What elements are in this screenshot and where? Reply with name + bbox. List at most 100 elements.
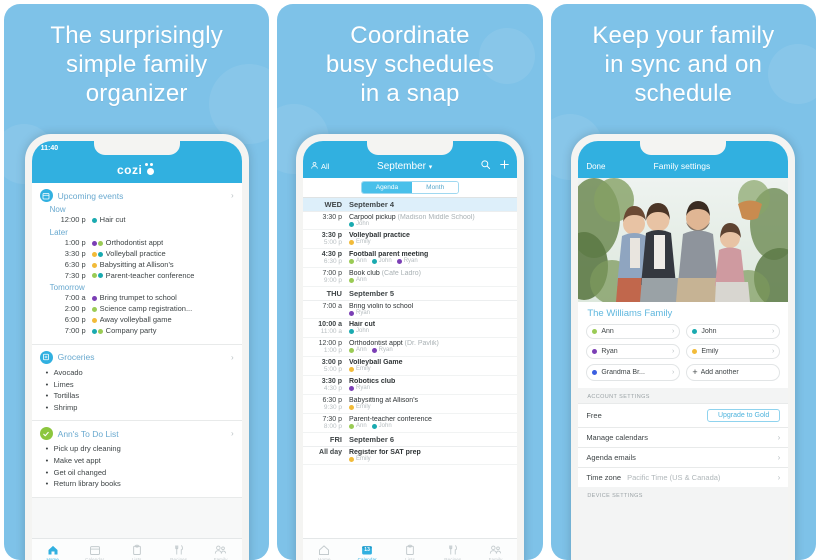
agenda-times: 7:30 p 8:00 p <box>303 416 349 430</box>
time-zone-value: Pacific Time (US & Canada) <box>627 473 721 482</box>
event-row[interactable]: 1:00 p Orthodontist appt <box>40 238 234 249</box>
agenda-event[interactable]: 3:30 p 4:30 p Robotics club Ryan <box>302 376 517 395</box>
agenda-event[interactable]: All day Register for SAT prep Emily <box>302 447 517 465</box>
agenda-event[interactable]: 3:30 p 5:00 p Volleyball practice Emily <box>302 230 517 249</box>
headline-line-3: schedule <box>634 79 733 107</box>
end-time: 5:00 p <box>323 366 342 373</box>
member-chip-john[interactable]: John › <box>686 324 781 339</box>
event-title: Volleyball practice <box>348 232 410 239</box>
attendee-name: Ann <box>355 277 367 283</box>
tab-bar-1: Home Calendar Lists Recipes Family <box>31 538 242 560</box>
event-row[interactable]: 2:00 p Science camp registration... <box>40 304 234 315</box>
segment-month[interactable]: Month <box>412 182 459 193</box>
agenda-event-title: Orthodontist appt (Dr. Pavlik) <box>349 340 513 347</box>
agenda-event[interactable]: 12:00 p 1:00 p Orthodontist appt (Dr. Pa… <box>302 338 517 357</box>
card-groceries[interactable]: Groceries › Avocado Limes Tortillas Shri… <box>31 344 242 422</box>
card-upcoming-events[interactable]: Upcoming events › Now 12:00 p Hair cut L… <box>31 183 242 345</box>
list-item[interactable]: Get oil changed <box>40 467 234 479</box>
event-row[interactable]: 7:00 a Bring trumpet to school <box>40 293 234 304</box>
agenda-event[interactable]: 10:00 a 11:00 a Hair cut John <box>302 319 517 338</box>
event-title: Babysitting at Allison's <box>99 259 174 269</box>
chevron-right-icon[interactable]: › <box>231 353 234 362</box>
settings-row-plan[interactable]: Free Upgrade to Gold <box>578 403 789 427</box>
cozi-logo: cozi <box>32 156 242 183</box>
list-item[interactable]: Limes <box>40 379 234 391</box>
agenda-times: 10:00 a 11:00 a <box>303 321 349 335</box>
all-day-label: All day <box>319 449 342 456</box>
agenda-event[interactable]: 4:30 p 6:30 p Football parent meeting An… <box>302 249 517 268</box>
done-button[interactable]: Done <box>586 162 605 171</box>
end-time: 4:30 p <box>323 385 342 392</box>
tab-home[interactable]: Home <box>32 544 74 560</box>
list-item[interactable]: Pick up dry cleaning <box>40 443 234 455</box>
chevron-right-icon[interactable]: › <box>231 429 234 438</box>
attendee-name: Emily <box>355 404 371 410</box>
month-selector[interactable]: September ▾ <box>333 161 476 172</box>
settings-row-manage-calendars[interactable]: Manage calendars › <box>578 427 789 447</box>
list-item[interactable]: Return library books <box>40 478 234 490</box>
plus-icon[interactable] <box>499 157 510 175</box>
tab-recipes[interactable]: Recipes <box>158 544 200 560</box>
card-header[interactable]: Upcoming events › <box>39 189 234 202</box>
chevron-right-icon[interactable]: › <box>231 191 234 200</box>
tab-family[interactable]: Family <box>474 544 517 560</box>
card-header[interactable]: Ann's To Do List › <box>39 427 234 441</box>
agenda-event[interactable]: 7:00 p 9:00 p Book club (Cafe Ladro) Ann <box>302 268 517 287</box>
tab-label: Calendar <box>85 556 105 560</box>
event-time: 7:00 a <box>64 293 86 303</box>
search-icon[interactable] <box>480 157 491 175</box>
add-another-member-button[interactable]: + Add another <box>686 364 781 381</box>
calendar-icon: 13 <box>361 544 373 556</box>
list-item[interactable]: Shrimp <box>40 402 234 414</box>
settings-row-agenda-emails[interactable]: Agenda emails › <box>578 447 789 467</box>
event-title: Bring trumpet to school <box>99 293 177 303</box>
member-chip-ann[interactable]: Ann › <box>586 324 681 339</box>
list-item[interactable]: Tortillas <box>40 390 234 402</box>
agenda-event[interactable]: 3:00 p 5:00 p Volleyball Game Emily <box>302 357 517 376</box>
tab-calendar[interactable]: 13 Calendar <box>346 544 389 560</box>
card-header[interactable]: Groceries › <box>39 350 234 364</box>
headline-line-3: in a snap <box>360 79 460 107</box>
phone-notch <box>93 141 180 155</box>
event-row[interactable]: 3:30 p Volleyball practice <box>40 249 234 260</box>
event-row[interactable]: 7:30 p Parent-teacher conference <box>40 271 234 282</box>
agenda-times: All day <box>303 449 349 462</box>
member-chip-grandma[interactable]: Grandma Br... › <box>586 364 681 381</box>
agenda-event[interactable]: 3:30 p Carpool pickup (Madison Middle Sc… <box>302 212 517 230</box>
agenda-event[interactable]: 6:30 p 9:30 p Babysitting at Allison's E… <box>302 395 517 414</box>
event-row[interactable]: 7:00 p Company party <box>40 326 234 337</box>
settings-row-time-zone[interactable]: Time zone Pacific Time (US & Canada) › <box>578 467 789 487</box>
attendee-name: Emily <box>355 239 371 245</box>
all-filter-button[interactable]: All <box>310 161 329 172</box>
event-row[interactable]: 6:30 p Babysitting at Allison's <box>40 260 234 271</box>
cozi-dots-icon <box>143 163 156 176</box>
card-todo[interactable]: Ann's To Do List › Pick up dry cleaning … <box>31 421 242 498</box>
list-item[interactable]: Avocado <box>40 367 234 379</box>
event-title: Parent-teacher conference <box>348 416 432 423</box>
tab-recipes[interactable]: Recipes <box>431 544 474 560</box>
phone-screen-3: Done Family settings The Williams Family… <box>578 141 789 560</box>
event-title: Hair cut <box>99 215 126 224</box>
tab-calendar[interactable]: Calendar <box>74 544 116 560</box>
event-row[interactable]: 12:00 p Hair cut <box>40 215 234 226</box>
event-title: Bring violin to school <box>348 303 414 310</box>
tab-lists[interactable]: Lists <box>389 544 432 560</box>
tab-label: Home <box>318 556 331 560</box>
upgrade-to-gold-button[interactable]: Upgrade to Gold <box>706 409 781 422</box>
family-photo-illustration <box>578 178 789 302</box>
tab-lists[interactable]: Lists <box>116 544 158 560</box>
list-item[interactable]: Make vet appt <box>40 455 234 467</box>
attendees: John <box>348 328 513 334</box>
member-chip-ryan[interactable]: Ryan › <box>586 344 681 359</box>
agenda-event-main: Robotics club Ryan <box>348 378 513 392</box>
segment-agenda[interactable]: Agenda <box>361 182 413 193</box>
tab-home[interactable]: Home <box>303 544 346 560</box>
member-color-dots <box>91 240 103 246</box>
tab-family[interactable]: Family <box>200 544 242 560</box>
member-chip-emily[interactable]: Emily › <box>686 344 781 359</box>
event-row[interactable]: 6:00 p Away volleyball game <box>40 315 234 326</box>
event-time: 6:00 p <box>64 315 86 325</box>
agenda-event[interactable]: 7:00 a Bring violin to school Ryan <box>302 301 517 319</box>
agenda-event[interactable]: 7:30 p 8:00 p Parent-teacher conference … <box>302 414 517 433</box>
attendee: Ryan <box>396 258 418 264</box>
